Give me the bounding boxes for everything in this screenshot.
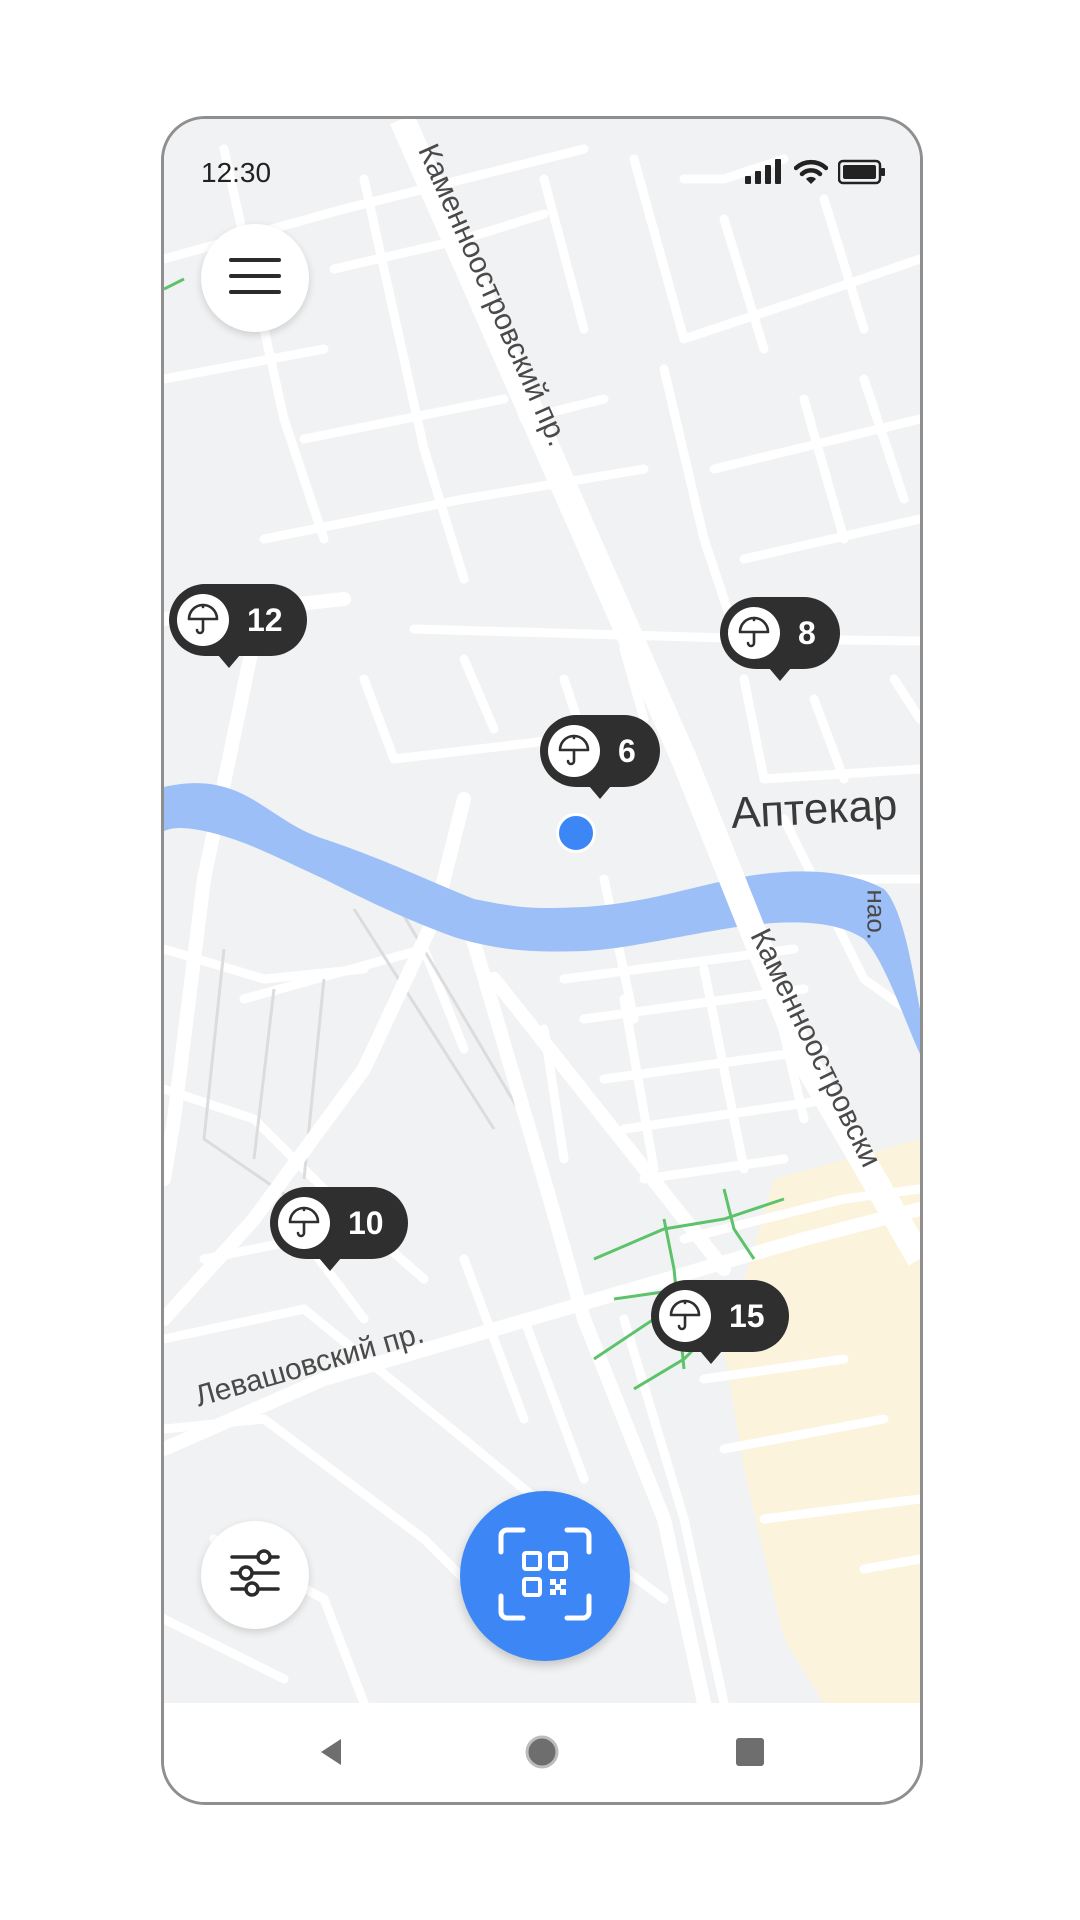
recents-icon (735, 1737, 765, 1772)
street-label-nab: нао. (861, 889, 892, 941)
nav-back-button[interactable] (309, 1731, 355, 1777)
home-icon (524, 1734, 560, 1775)
nav-recents-button[interactable] (727, 1731, 773, 1777)
user-location-dot (556, 813, 596, 853)
street-label-aptekarsky: Аптекар (729, 780, 899, 838)
signal-icon (744, 159, 784, 190)
marker-count: 15 (729, 1297, 765, 1334)
umbrella-icon (728, 607, 780, 659)
umbrella-station-marker[interactable]: 6 (540, 715, 660, 799)
map-base (164, 119, 920, 1703)
hamburger-icon (229, 256, 281, 301)
system-nav-bar (164, 1703, 920, 1802)
umbrella-icon (177, 594, 229, 646)
back-icon (317, 1737, 347, 1772)
umbrella-station-marker[interactable]: 15 (651, 1280, 789, 1364)
umbrella-station-marker[interactable]: 8 (720, 597, 840, 681)
menu-button[interactable] (201, 224, 309, 332)
map-view[interactable]: Каменноостровский пр. Каменноостровски А… (164, 119, 920, 1703)
umbrella-station-marker[interactable]: 10 (270, 1187, 408, 1271)
status-time: 12:30 (201, 157, 272, 188)
marker-count: 6 (618, 732, 636, 769)
umbrella-icon (659, 1290, 711, 1342)
wifi-icon (793, 159, 829, 190)
marker-count: 12 (247, 601, 283, 638)
battery-icon (837, 159, 886, 190)
marker-count: 8 (798, 614, 816, 651)
nav-home-button[interactable] (519, 1731, 565, 1777)
umbrella-icon (278, 1197, 330, 1249)
status-bar: 12:30 (164, 119, 920, 188)
qr-scan-icon (497, 1526, 593, 1627)
umbrella-icon (548, 725, 600, 777)
filter-button[interactable] (201, 1521, 309, 1629)
scan-qr-button[interactable] (460, 1491, 630, 1661)
sliders-icon (228, 1546, 282, 1605)
phone-frame: Каменноостровский пр. Каменноостровски А… (161, 116, 923, 1805)
umbrella-station-marker[interactable]: 12 (169, 584, 307, 668)
marker-count: 10 (348, 1204, 384, 1241)
